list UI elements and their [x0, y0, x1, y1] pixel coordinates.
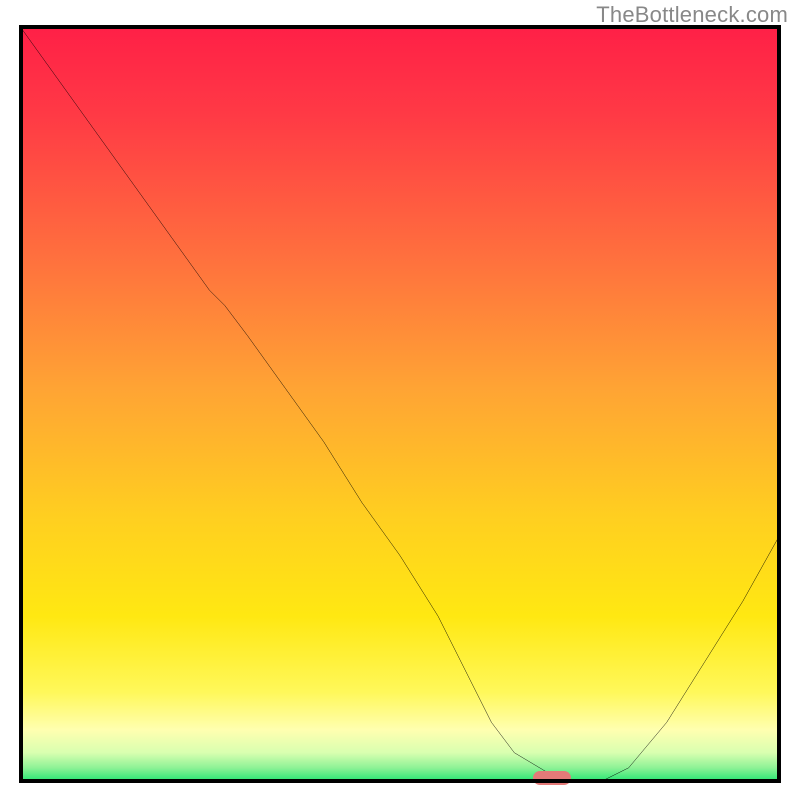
plot-area — [19, 25, 781, 783]
optimal-marker — [533, 771, 571, 785]
background-gradient — [19, 25, 781, 783]
chart-stage: TheBottleneck.com — [0, 0, 800, 800]
